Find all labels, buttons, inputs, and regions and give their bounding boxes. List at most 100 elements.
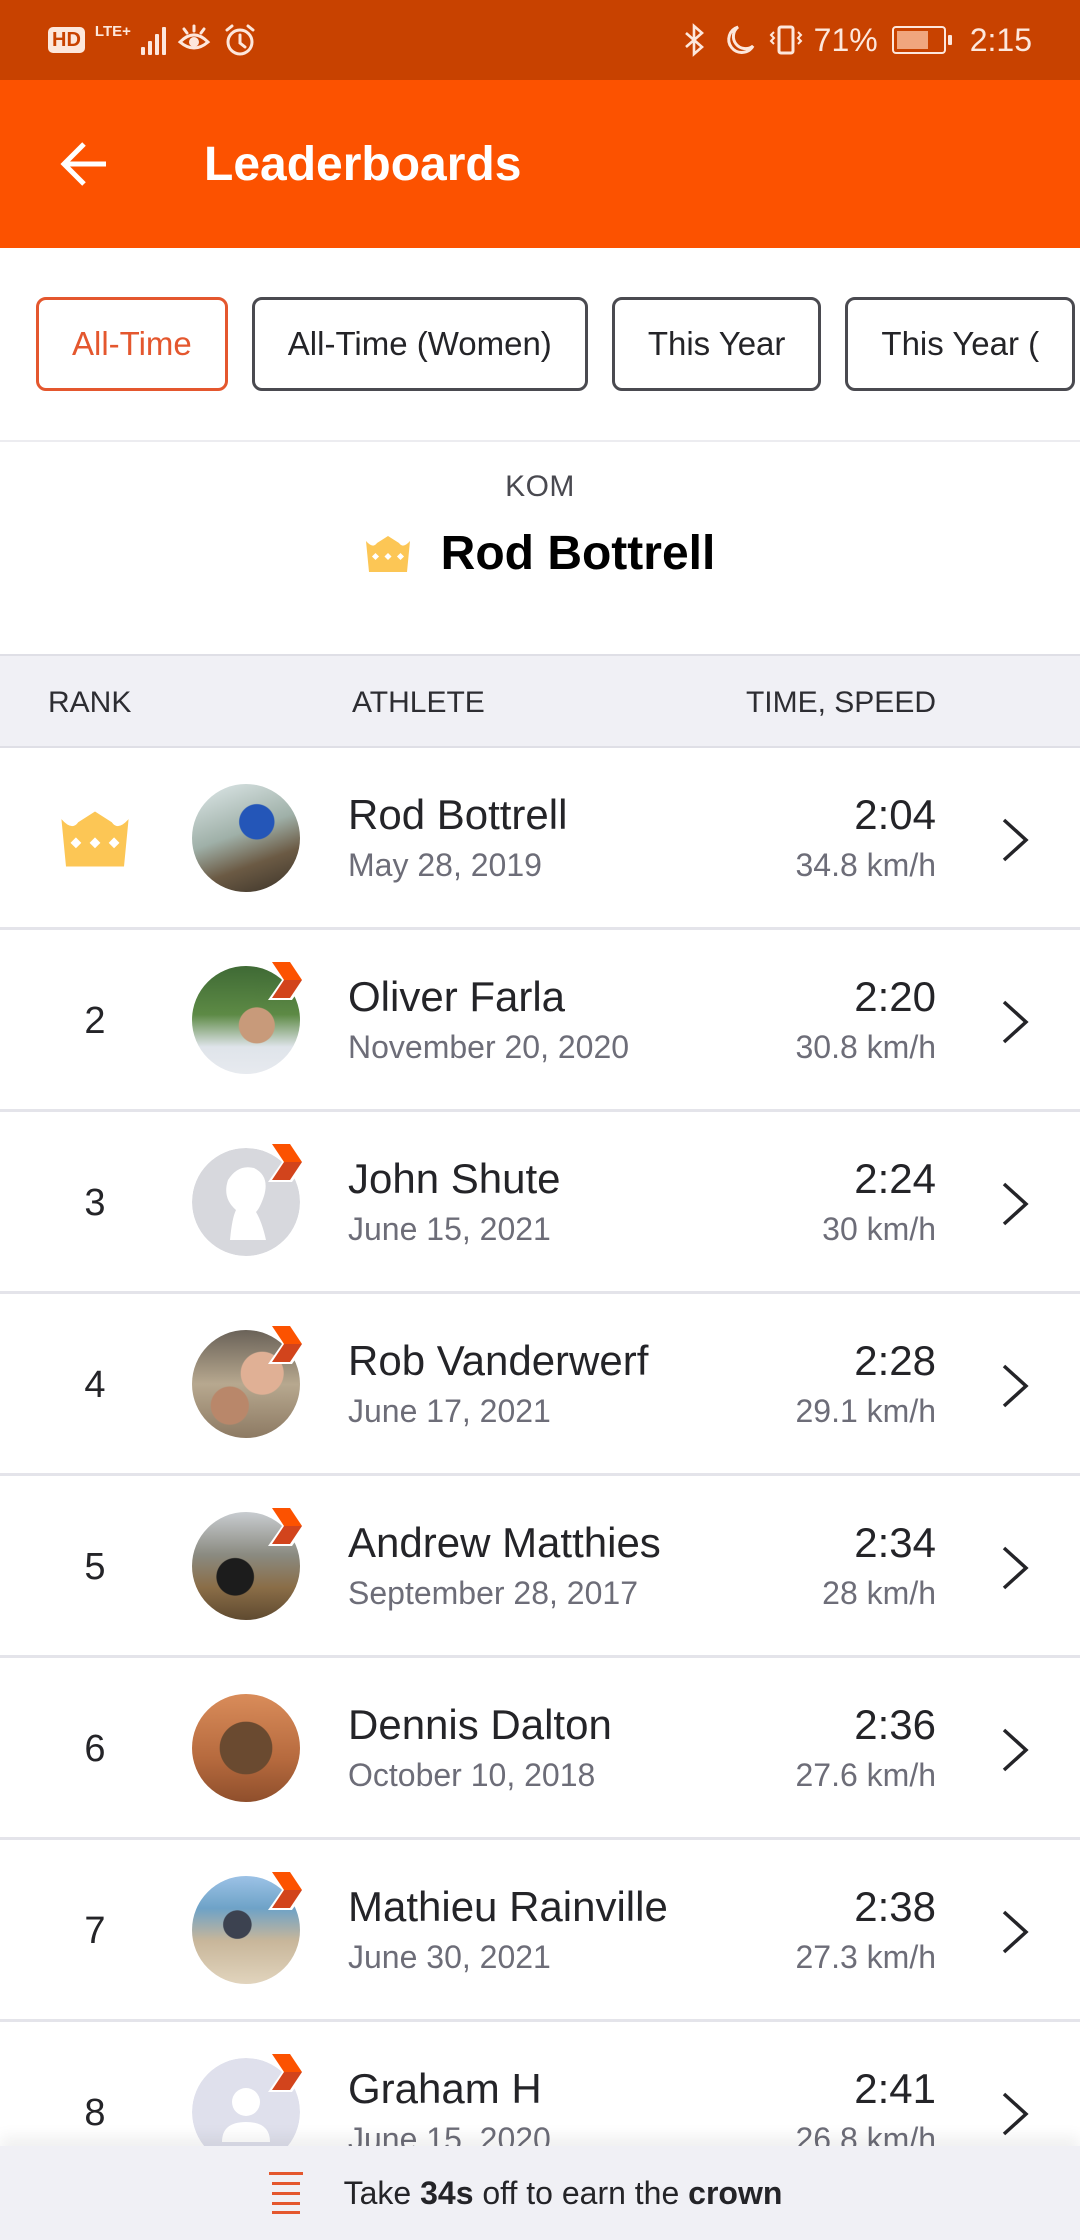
do-not-disturb-moon-icon — [727, 25, 754, 54]
effort-date: September 28, 2017 — [348, 1575, 638, 1611]
leaderboard-row-1[interactable]: Rod Bottrell May 28, 2019 2:04 34.8 km/h — [0, 748, 1080, 930]
effort-speed: 30.8 km/h — [795, 1029, 936, 1065]
leaderboard-row-6[interactable]: 6 Dennis Dalton October 10, 2018 2:36 27… — [0, 1658, 1080, 1840]
kom-holder: Rod Bottrell — [0, 526, 1080, 581]
column-header-rank: RANK — [48, 686, 132, 719]
result-cell: 2:34 28 km/h — [822, 1518, 936, 1616]
crown-icon — [365, 535, 410, 572]
rank-cell — [48, 748, 142, 930]
leaderboard-header: RANK ATHLETE TIME, SPEED — [0, 654, 1080, 748]
effort-time: 2:24 — [854, 1155, 936, 1202]
effort-time: 2:34 — [854, 1519, 936, 1566]
rank-cell: 2 — [84, 999, 106, 1042]
bluetooth-icon — [684, 23, 704, 57]
athlete-avatar[interactable] — [192, 784, 302, 894]
athlete-cell: Mathieu Rainville June 30, 2021 — [348, 1882, 668, 1980]
athlete-name: John Shute — [348, 1155, 561, 1202]
app-bar: Leaderboards — [0, 80, 1080, 248]
effort-date: June 17, 2021 — [348, 1393, 551, 1429]
kom-holder-name[interactable]: Rod Bottrell — [441, 526, 716, 581]
leaderboard-row-7[interactable]: 7 Mathieu Rainville June 30, 2021 2:38 2… — [0, 1840, 1080, 2022]
leaderboard-row-2[interactable]: 2 Oliver Farla November 20, 2020 2:20 30… — [0, 930, 1080, 1112]
athlete-name: Oliver Farla — [348, 973, 566, 1020]
effort-time: 2:28 — [854, 1337, 936, 1384]
athlete-avatar[interactable] — [192, 1870, 306, 1986]
effort-time: 2:36 — [854, 1701, 936, 1748]
athlete-avatar[interactable] — [192, 1694, 302, 1804]
chevron-right-icon — [1002, 1000, 1029, 1044]
banner-middle: off to earn the — [473, 2174, 689, 2211]
effort-time: 2:20 — [854, 973, 936, 1020]
leaderboard-row-4[interactable]: 4 Rob Vanderwerf June 17, 2021 2:28 29.1… — [0, 1294, 1080, 1476]
athlete-avatar[interactable] — [192, 1506, 306, 1622]
athlete-avatar[interactable] — [192, 960, 306, 1076]
network-type-label: LTE+ — [94, 23, 131, 40]
leaderboard-filter-bar[interactable]: All-Time All-Time (Women) This Year This… — [0, 248, 1080, 442]
back-button[interactable] — [52, 132, 116, 196]
athlete-name: Graham H — [348, 2065, 542, 2112]
athlete-cell: Oliver Farla November 20, 2020 — [348, 972, 629, 1070]
alarm-icon — [225, 24, 255, 56]
athlete-avatar[interactable] — [192, 1324, 306, 1440]
athlete-cell: Dennis Dalton October 10, 2018 — [348, 1700, 612, 1798]
athlete-name: Andrew Matthies — [348, 1519, 661, 1566]
effort-time: 2:41 — [854, 2065, 936, 2112]
effort-speed: 27.6 km/h — [795, 1757, 936, 1793]
subscriber-badge-icon — [268, 1870, 306, 1910]
chevron-right-icon — [1002, 1546, 1029, 1590]
subscriber-badge-icon — [268, 1506, 306, 1546]
filter-chip-all-time[interactable]: All-Time — [36, 297, 228, 391]
effort-date: November 20, 2020 — [348, 1029, 630, 1065]
column-header-time-speed: TIME, SPEED — [745, 686, 936, 719]
column-header-athlete: ATHLETE — [352, 686, 485, 719]
status-bar: HD LTE+ 71% 2:15 — [0, 0, 1080, 80]
kom-label: KOM — [505, 470, 575, 503]
athlete-cell: Rod Bottrell May 28, 2019 — [348, 790, 567, 888]
banner-prefix: Take — [343, 2174, 421, 2211]
athlete-name: Rod Bottrell — [348, 791, 568, 838]
chevron-right-icon — [1002, 1910, 1029, 1954]
athlete-cell: John Shute June 15, 2021 — [348, 1154, 561, 1252]
filter-chip-this-year-partial[interactable]: This Year ( — [845, 297, 1076, 391]
chevron-right-icon — [1002, 2092, 1029, 2136]
leaderboard-row-5[interactable]: 5 Andrew Matthies September 28, 2017 2:3… — [0, 1476, 1080, 1658]
rank-cell: 3 — [84, 1181, 106, 1224]
kom-section: KOM Rod Bottrell — [0, 442, 1080, 654]
clock: 2:15 — [969, 21, 1032, 58]
result-cell: 2:36 27.6 km/h — [795, 1700, 936, 1798]
athlete-name: Rob Vanderwerf — [348, 1337, 649, 1384]
leaderboard-row-3[interactable]: 3 John Shute June 15, 2021 2:24 30 km/h — [0, 1112, 1080, 1294]
leaderboard-list-icon — [268, 2172, 303, 2214]
avatar-dog — [192, 1694, 300, 1802]
chevron-right-icon — [1002, 1182, 1029, 1226]
signal-strength-icon — [140, 25, 166, 55]
athlete-name: Mathieu Rainville — [348, 1883, 668, 1930]
result-cell: 2:24 30 km/h — [822, 1154, 936, 1252]
earn-crown-banner[interactable]: Take 34s off to earn the crown — [0, 2146, 1080, 2240]
effort-date: June 15, 2021 — [348, 1211, 551, 1247]
battery-charging-icon — [891, 26, 952, 54]
result-cell: 2:38 27.3 km/h — [795, 1882, 936, 1980]
effort-time: 2:04 — [854, 791, 936, 838]
athlete-avatar[interactable] — [192, 1142, 306, 1258]
result-cell: 2:28 29.1 km/h — [795, 1336, 936, 1434]
effort-speed: 27.3 km/h — [795, 1939, 936, 1975]
crown-icon — [61, 811, 129, 867]
effort-speed: 30 km/h — [822, 1211, 936, 1247]
subscriber-badge-icon — [268, 2052, 306, 2092]
leaderboard-list: Rod Bottrell May 28, 2019 2:04 34.8 km/h… — [0, 748, 1080, 2204]
rank-cell: 6 — [84, 1727, 106, 1770]
filter-chip-all-time-women[interactable]: All-Time (Women) — [251, 297, 588, 391]
eye-comfort-icon — [177, 24, 211, 50]
arrow-left-icon — [60, 142, 106, 186]
rank-cell: 7 — [84, 1909, 106, 1952]
avatar-cyclist-forest — [192, 784, 300, 892]
result-cell: 2:20 30.8 km/h — [795, 972, 936, 1070]
athlete-name: Dennis Dalton — [348, 1701, 612, 1748]
vibrate-icon — [769, 25, 803, 55]
subscriber-badge-icon — [268, 960, 306, 1000]
page-title: Leaderboards — [204, 137, 522, 191]
filter-chip-this-year[interactable]: This Year — [611, 297, 822, 391]
result-cell: 2:04 34.8 km/h — [795, 790, 936, 888]
chevron-right-icon — [1002, 1728, 1029, 1772]
